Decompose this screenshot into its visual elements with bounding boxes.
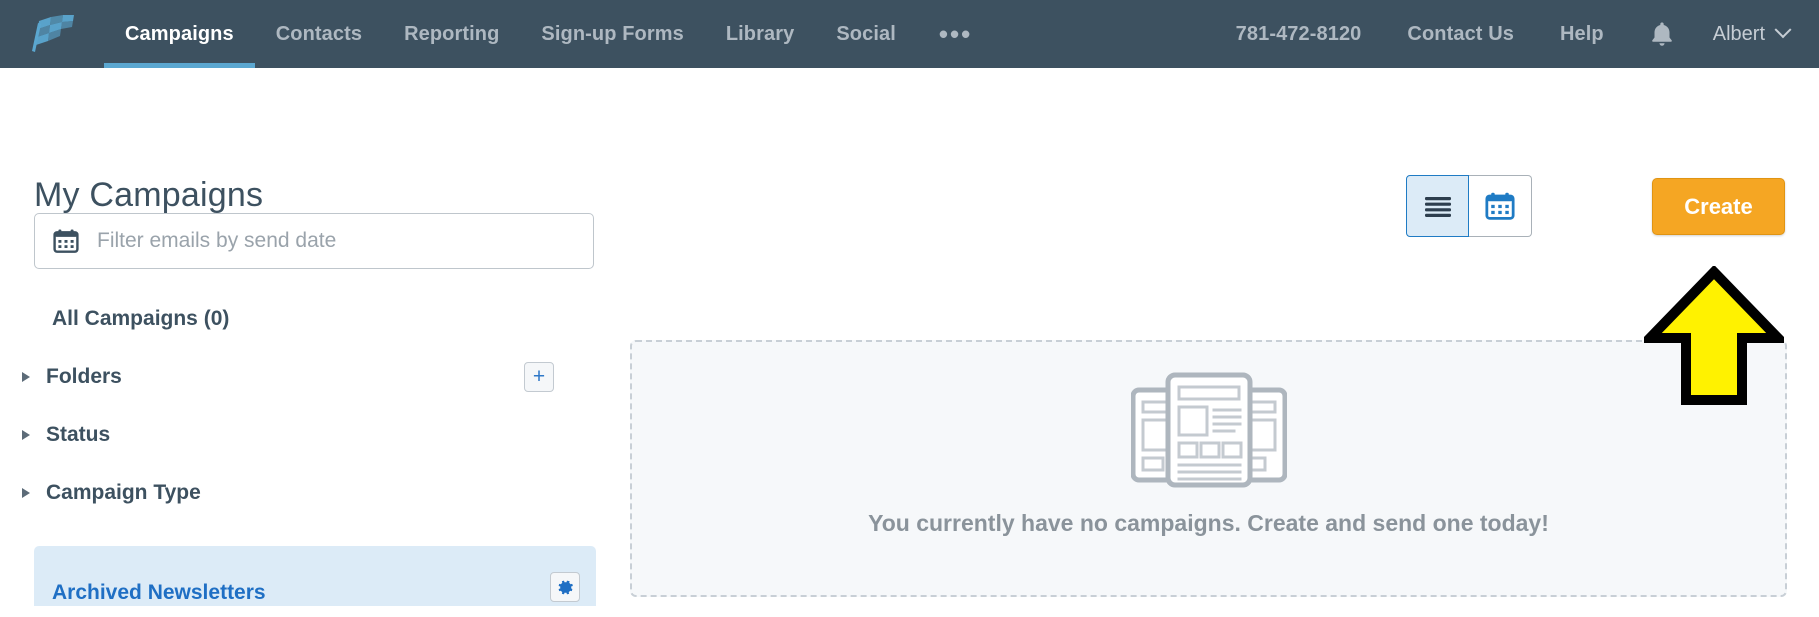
list-view-button[interactable] (1406, 175, 1469, 237)
nav-item-label: Sign-up Forms (541, 22, 684, 45)
chevron-right-icon (22, 430, 30, 440)
nav-item-campaigns[interactable]: Campaigns (104, 0, 255, 68)
create-button[interactable]: Create (1652, 178, 1785, 235)
nav-item-help[interactable]: Help (1537, 23, 1627, 46)
nav-item-contact-us[interactable]: Contact Us (1384, 23, 1537, 46)
gear-icon (558, 580, 573, 594)
archived-newsletters-label: Archived Newsletters (52, 581, 266, 604)
nav-overflow-menu-icon[interactable]: ••• (917, 0, 994, 68)
sidebar-group-label: Campaign Type (46, 481, 201, 504)
add-folder-button[interactable]: + (524, 362, 554, 392)
nav-item-label: Social (836, 22, 896, 45)
calendar-view-button[interactable] (1469, 175, 1532, 237)
send-date-filter-input[interactable]: Filter emails by send date (34, 213, 594, 269)
empty-state-panel: You currently have no campaigns. Create … (630, 340, 1787, 597)
secondary-nav-items: 781-472-8120 Contact Us Help Albert (1213, 0, 1819, 68)
nav-item-label: Contacts (275, 22, 363, 45)
nav-item-label: Campaigns (125, 22, 234, 45)
user-name-label: Albert (1712, 22, 1765, 45)
support-phone-number[interactable]: 781-472-8120 (1213, 23, 1385, 46)
primary-nav-items: Campaigns Contacts Reporting Sign-up For… (104, 0, 994, 68)
nav-item-social[interactable]: Social (815, 0, 917, 68)
nav-item-library[interactable]: Library (705, 0, 816, 68)
sidebar-group-folders[interactable]: Folders + (0, 348, 596, 406)
create-button-label: Create (1684, 193, 1753, 219)
newsletters-illustration-icon (1130, 372, 1287, 488)
send-date-filter-placeholder: Filter emails by send date (97, 229, 337, 252)
nav-item-label: Library (725, 22, 795, 45)
nav-item-signup-forms[interactable]: Sign-up Forms (520, 0, 704, 68)
nav-item-reporting[interactable]: Reporting (383, 0, 520, 68)
phone-label: 781-472-8120 (1235, 22, 1362, 45)
page-title: My Campaigns (34, 176, 264, 214)
all-campaigns-label: All Campaigns (0) (52, 307, 230, 330)
sidebar-item-all-campaigns[interactable]: All Campaigns (0) (0, 290, 596, 348)
nav-item-label: Reporting (404, 22, 500, 45)
sidebar-group-campaign-type[interactable]: Campaign Type (0, 464, 596, 522)
contact-us-label: Contact Us (1407, 22, 1514, 45)
chevron-right-icon (22, 488, 30, 498)
sidebar-group-label: Folders (46, 365, 122, 388)
notification-bell-icon (1651, 22, 1672, 46)
view-mode-toggle (1406, 175, 1532, 237)
archived-settings-button[interactable] (550, 572, 580, 602)
calendar-icon (53, 229, 79, 253)
top-navigation-bar: Campaigns Contacts Reporting Sign-up For… (0, 0, 1819, 68)
notifications-button[interactable] (1627, 20, 1697, 48)
user-account-menu[interactable]: Albert (1697, 21, 1797, 46)
sidebar-item-archived-newsletters[interactable]: Archived Newsletters (34, 546, 596, 606)
nav-item-contacts[interactable]: Contacts (255, 0, 383, 68)
chevron-right-icon (22, 372, 30, 382)
page-body: My Campaigns Filter emails by send date … (0, 68, 1819, 617)
sidebar-group-label: Status (46, 423, 111, 446)
checkered-flag-logo-icon (32, 15, 74, 52)
empty-state-message: You currently have no campaigns. Create … (868, 510, 1549, 536)
list-view-icon (1424, 197, 1451, 217)
calendar-view-icon (1485, 192, 1515, 220)
campaigns-sidebar: All Campaigns (0) Folders + Status Campa… (0, 290, 596, 606)
app-logo[interactable] (0, 0, 104, 68)
sidebar-group-status[interactable]: Status (0, 406, 596, 464)
help-label: Help (1560, 22, 1604, 45)
chevron-down-icon (1774, 21, 1792, 39)
